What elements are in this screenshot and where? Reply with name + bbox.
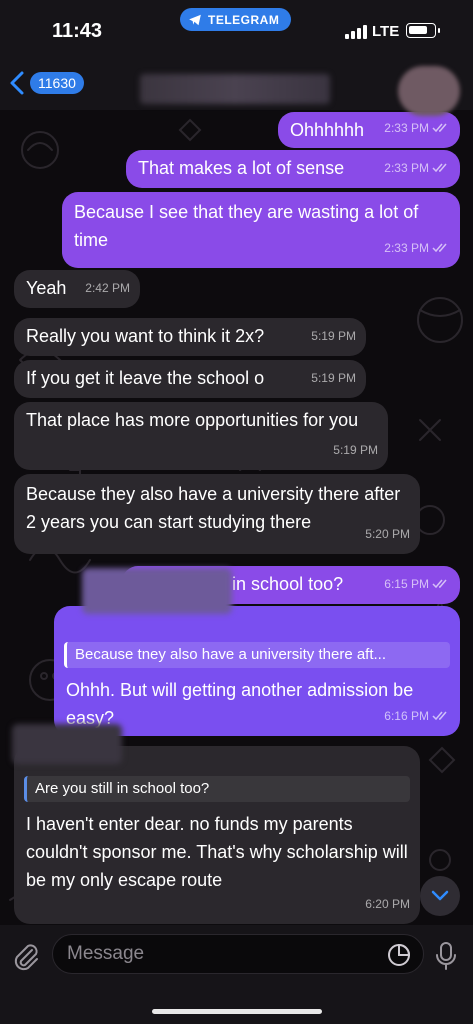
reply-quote[interactable]: Because tney also have a university ther… xyxy=(64,642,450,668)
double-check-icon xyxy=(432,123,447,133)
message-time: 5:19 PM xyxy=(311,329,356,343)
telegram-pill[interactable]: TELEGRAM xyxy=(180,8,292,31)
telegram-plane-icon xyxy=(189,14,201,25)
sender-name-redacted xyxy=(82,568,232,614)
scroll-down-button[interactable] xyxy=(420,876,460,916)
message-meta: 5:19 PM xyxy=(311,322,356,350)
message-bubble-incoming-reply[interactable]: Are you still in school too? I haven't e… xyxy=(14,746,420,924)
message-bubble-incoming[interactable]: If you get it leave the school o 5:19 PM xyxy=(14,360,366,398)
back-button[interactable]: 11630 xyxy=(8,70,84,96)
chevron-down-icon xyxy=(431,890,449,901)
message-bubble-incoming[interactable]: That place has more opportunities for yo… xyxy=(14,402,388,470)
message-bubble-outgoing[interactable]: Ohhhhhh 2:33 PM xyxy=(278,112,460,148)
message-time: 2:33 PM xyxy=(384,121,429,135)
message-time: 6:20 PM xyxy=(365,897,410,911)
message-bubble-incoming[interactable]: Yeah 2:42 PM xyxy=(14,270,140,308)
message-time: 5:20 PM xyxy=(365,527,410,541)
double-check-icon xyxy=(432,243,447,253)
message-meta: 6:15 PM xyxy=(384,570,450,598)
sticker-icon[interactable] xyxy=(387,943,411,967)
message-text: If you get it leave the school o xyxy=(26,368,265,388)
microphone-icon[interactable] xyxy=(435,941,457,971)
message-meta: 2:42 PM xyxy=(85,274,130,302)
reply-quote[interactable]: Are you still in school too? xyxy=(24,776,410,802)
message-meta: 6:20 PM xyxy=(365,890,410,918)
message-bubble-incoming[interactable]: Really you want to think it 2x? 5:19 PM xyxy=(14,318,366,356)
chevron-left-icon xyxy=(10,71,24,95)
message-bubble-outgoing[interactable]: That makes a lot of sense 2:33 PM xyxy=(126,150,460,188)
message-meta: 2:33 PM xyxy=(384,154,450,182)
message-text: Really you want to think it 2x? xyxy=(26,326,265,346)
message-bubble-outgoing-reply[interactable]: Because tney also have a university ther… xyxy=(54,606,460,736)
message-time: 2:42 PM xyxy=(85,281,130,295)
message-meta: 2:33 PM xyxy=(384,114,450,142)
message-bubble-outgoing[interactable]: Because I see that they are wasting a lo… xyxy=(62,192,460,268)
message-time: 2:33 PM xyxy=(384,241,429,255)
message-text: Because they also have a university ther… xyxy=(26,484,401,532)
double-check-icon xyxy=(432,711,447,721)
message-input[interactable] xyxy=(67,935,367,973)
message-time: 5:19 PM xyxy=(333,443,378,457)
message-text: That place has more opportunities for yo… xyxy=(26,410,359,430)
double-check-icon xyxy=(432,163,447,173)
message-meta: 2:33 PM xyxy=(384,234,450,262)
message-time: 6:16 PM xyxy=(384,709,429,723)
status-bar: 11:43 TELEGRAM LTE xyxy=(0,0,473,62)
network-type: LTE xyxy=(372,23,400,40)
message-bubble-incoming[interactable]: Because they also have a university ther… xyxy=(14,474,420,554)
double-check-icon xyxy=(432,579,447,589)
telegram-pill-label: TELEGRAM xyxy=(208,12,280,27)
status-time: 11:43 xyxy=(52,20,103,42)
message-meta: 6:16 PM xyxy=(384,702,450,730)
message-meta: 5:20 PM xyxy=(365,520,410,548)
contact-name-redacted[interactable] xyxy=(140,74,330,104)
message-field[interactable] xyxy=(52,934,424,974)
message-meta: 5:19 PM xyxy=(311,364,356,392)
message-input-bar xyxy=(0,925,473,1024)
message-time: 5:19 PM xyxy=(311,371,356,385)
home-indicator xyxy=(152,1009,322,1014)
message-meta: 5:19 PM xyxy=(333,436,378,464)
battery-icon xyxy=(406,23,440,38)
signal-icon xyxy=(345,25,367,39)
message-time: 2:33 PM xyxy=(384,161,429,175)
avatar[interactable] xyxy=(398,66,460,116)
message-time: 6:15 PM xyxy=(384,577,429,591)
unread-count-badge: 11630 xyxy=(30,72,84,94)
paperclip-icon[interactable] xyxy=(12,942,40,972)
sender-name-redacted xyxy=(12,724,122,764)
message-text: I haven't enter dear. no funds my parent… xyxy=(26,814,408,890)
message-list[interactable]: Ohhhhhh 2:33 PM That makes a lot of sens… xyxy=(0,110,473,925)
